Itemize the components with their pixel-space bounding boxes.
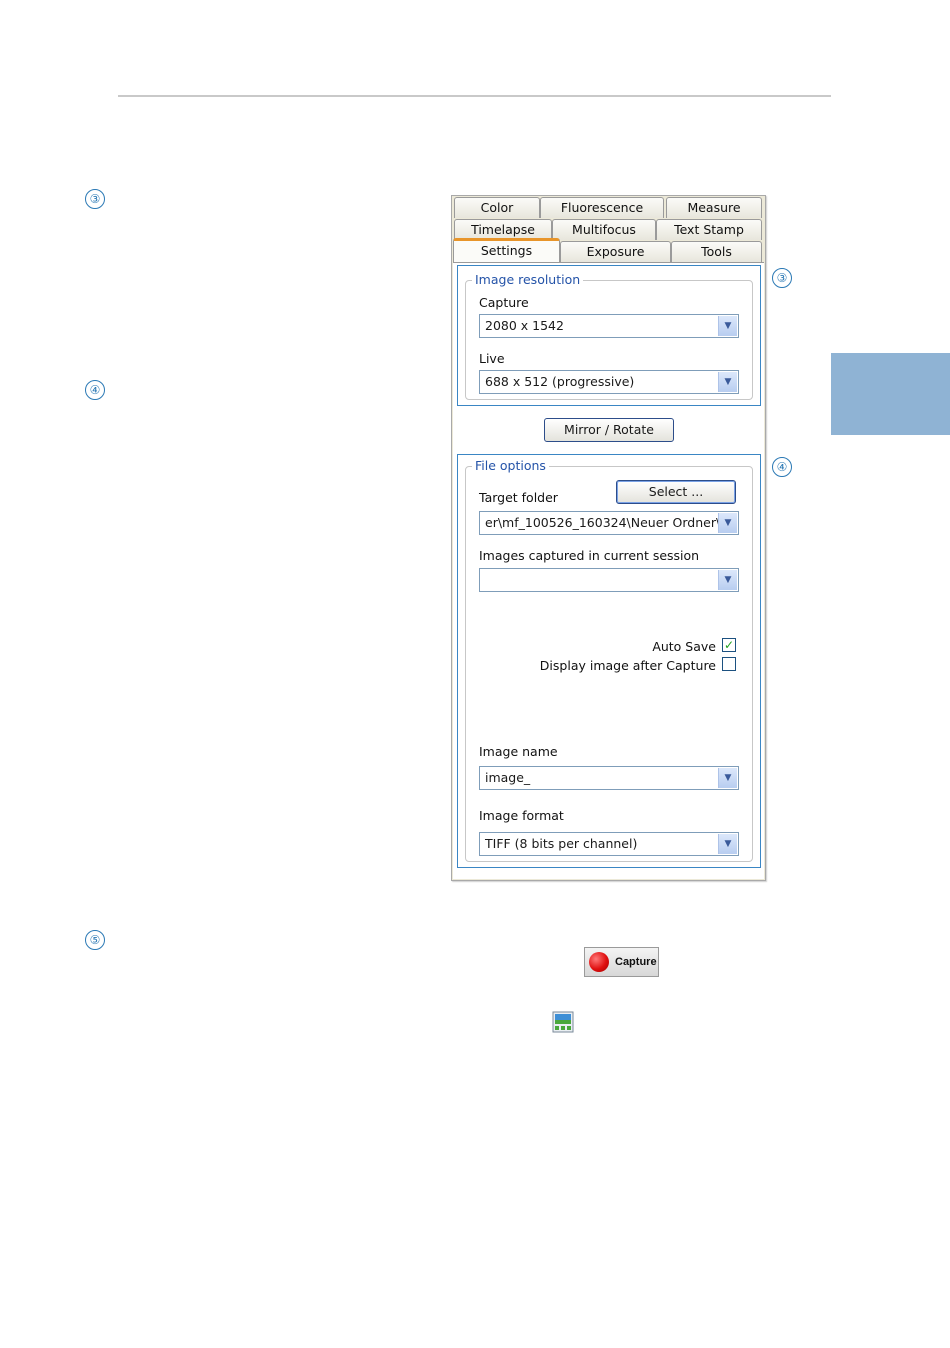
tab-measure[interactable]: Measure: [666, 197, 762, 218]
record-icon: [589, 952, 609, 972]
header-rule: [118, 95, 831, 97]
callout-box-4: [457, 454, 761, 868]
callout-box-3: [457, 265, 761, 406]
mirror-rotate-button[interactable]: Mirror / Rotate: [544, 418, 674, 442]
tab-settings[interactable]: Settings: [453, 238, 560, 262]
tab-text-stamp[interactable]: Text Stamp: [656, 219, 762, 240]
capture-button-label: Capture: [615, 956, 657, 968]
tab-tools[interactable]: Tools: [671, 241, 762, 262]
step-marker-3: ③: [85, 189, 105, 209]
image-gallery-icon[interactable]: [552, 1011, 574, 1033]
chapter-side-tab: [831, 353, 950, 435]
capture-button[interactable]: Capture: [584, 947, 659, 977]
tab-fluorescence[interactable]: Fluorescence: [540, 197, 664, 218]
tab-exposure[interactable]: Exposure: [560, 241, 671, 262]
tab-multifocus[interactable]: Multifocus: [552, 219, 656, 240]
callout-marker-3: ③: [772, 268, 792, 288]
callout-marker-4: ④: [772, 457, 792, 477]
step-marker-4: ④: [85, 380, 105, 400]
step-marker-5: ⑤: [85, 930, 105, 950]
tab-timelapse[interactable]: Timelapse: [454, 219, 552, 240]
tab-color[interactable]: Color: [454, 197, 540, 218]
